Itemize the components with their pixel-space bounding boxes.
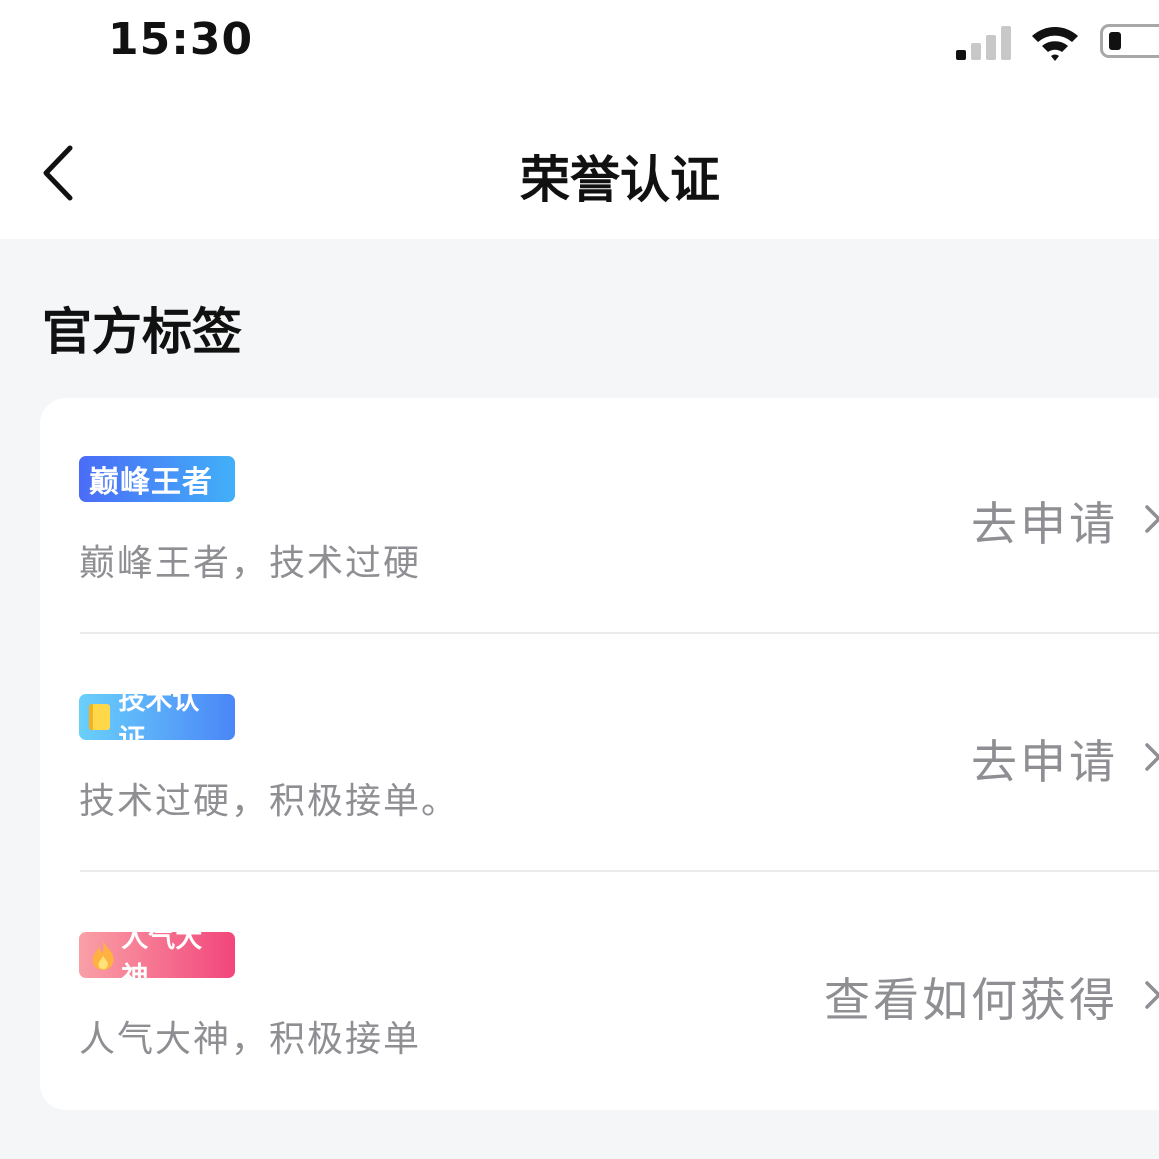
flame-icon [92,940,114,971]
page-title: 荣誉认证 [520,151,720,209]
chevron-right-icon [1145,743,1159,771]
apply-button[interactable]: 去申请 [971,488,1118,554]
badge-label: 人气大神 [121,923,203,993]
how-to-get-button[interactable]: 查看如何获得 [824,964,1118,1030]
apply-button[interactable]: 去申请 [971,726,1118,792]
nav-bar: 荣誉认证 [0,88,1159,239]
divider [80,870,1159,872]
badge-peak-king: 巅峰王者 [79,456,235,502]
book-icon [89,704,111,730]
chevron-right-icon [1145,505,1159,533]
list-item-tech-cert[interactable]: 技术认证 技术过硬，积极接单。 去申请 [40,636,1159,874]
chevron-right-icon [1145,981,1159,1009]
item-description: 人气大神，积极接单 [79,1019,422,1060]
wifi-icon [1032,27,1078,61]
badge-popular-star: 人气大神 [79,923,235,993]
divider [80,632,1159,634]
honor-list-card: 巅峰王者 巅峰王者，技术过硬 去申请 技术认证 技术过硬，积极接单。 去申请 人… [40,398,1159,1110]
status-time: 15:30 [108,14,254,65]
battery-level [1109,32,1121,50]
cellular-signal-icon [956,26,1011,60]
section-title: 官方标签 [42,303,242,361]
badge-tech-cert: 技术认证 [79,685,235,755]
battery-icon [1100,24,1159,58]
list-item-peak-king[interactable]: 巅峰王者 巅峰王者，技术过硬 去申请 [40,398,1159,636]
badge-label: 技术认证 [118,685,200,755]
badge-label: 巅峰王者 [89,465,213,500]
list-item-popular-star[interactable]: 人气大神 人气大神，积极接单 查看如何获得 [40,874,1159,1112]
status-bar: 15:30 [0,0,1159,88]
item-description: 技术过硬，积极接单。 [79,781,460,822]
item-description: 巅峰王者，技术过硬 [79,543,422,584]
